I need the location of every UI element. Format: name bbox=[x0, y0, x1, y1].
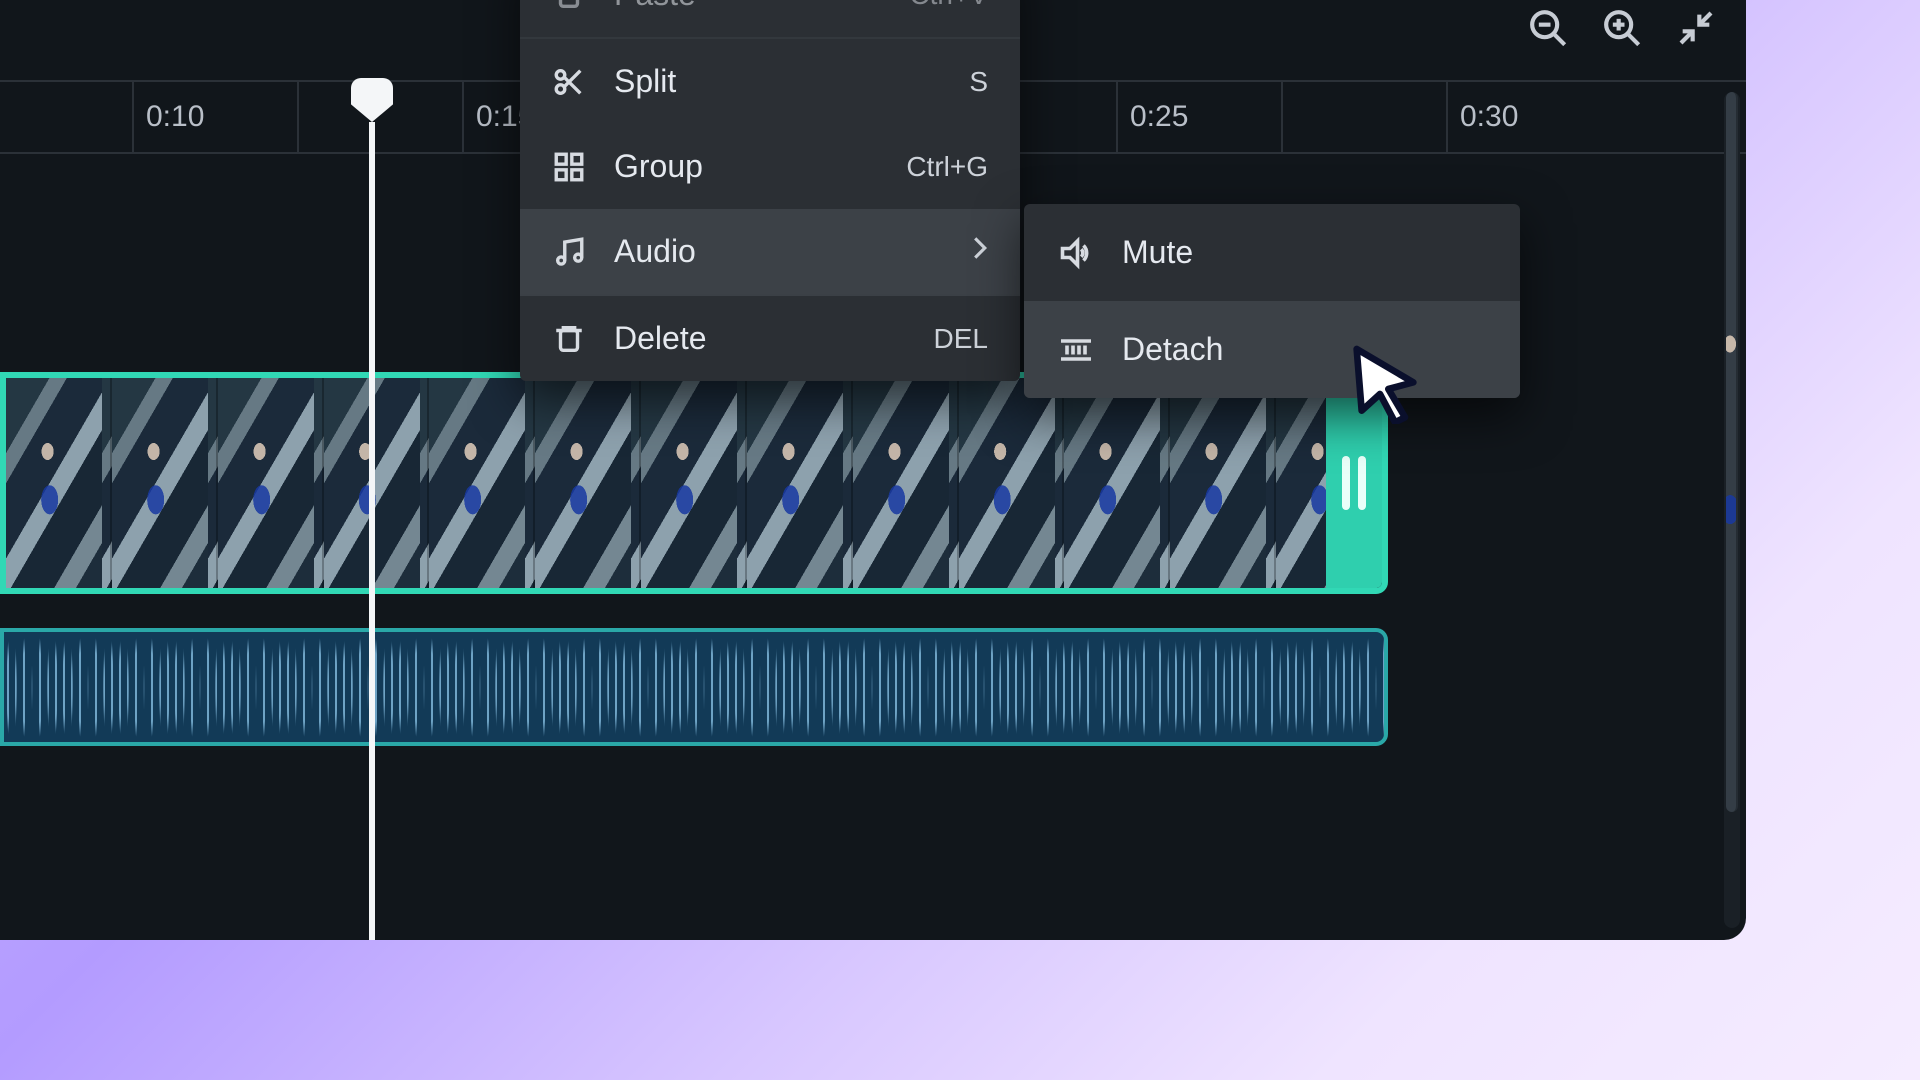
menu-item-paste[interactable]: Paste Ctrl+V bbox=[520, 0, 1020, 39]
menu-label: Audio bbox=[614, 233, 696, 270]
timeline-editor: 0:10 0:15 0:25 0:30 Paste Ctrl+V bbox=[0, 0, 1746, 940]
collapse-icon[interactable] bbox=[1676, 8, 1716, 48]
ruler-tick bbox=[1281, 82, 1295, 152]
zoom-toolbar bbox=[1528, 8, 1716, 48]
clip-thumbnails bbox=[6, 378, 1382, 588]
timeline-scrollbar[interactable] bbox=[1724, 92, 1740, 928]
audio-clip[interactable] bbox=[0, 628, 1388, 746]
ruler-tick: 0:25 bbox=[1116, 82, 1188, 152]
scissors-icon bbox=[552, 65, 586, 99]
menu-label: Group bbox=[614, 148, 703, 185]
chevron-right-icon bbox=[972, 236, 988, 267]
zoom-in-icon[interactable] bbox=[1602, 8, 1642, 48]
submenu-label: Mute bbox=[1122, 234, 1193, 271]
menu-item-audio[interactable]: Audio bbox=[520, 209, 1020, 296]
menu-item-group[interactable]: Group Ctrl+G bbox=[520, 124, 1020, 209]
clip-trim-handle[interactable] bbox=[1326, 378, 1382, 588]
ruler-tick: 0:30 bbox=[1446, 82, 1518, 152]
menu-shortcut: Ctrl+V bbox=[909, 0, 988, 11]
ruler-tick: 0:10 bbox=[132, 82, 204, 152]
menu-label: Paste bbox=[614, 0, 696, 13]
menu-label: Delete bbox=[614, 320, 707, 357]
submenu-item-mute[interactable]: Mute bbox=[1024, 204, 1520, 301]
submenu-item-detach[interactable]: Detach bbox=[1024, 301, 1520, 398]
detach-icon bbox=[1058, 332, 1094, 368]
music-icon bbox=[552, 235, 586, 269]
video-clip[interactable] bbox=[0, 372, 1388, 594]
context-menu: Paste Ctrl+V Split S Group Ctrl+G Audio bbox=[520, 0, 1020, 381]
menu-shortcut: DEL bbox=[934, 323, 988, 355]
ruler-tick bbox=[297, 82, 311, 152]
speaker-icon bbox=[1058, 235, 1094, 271]
menu-shortcut: S bbox=[969, 66, 988, 98]
submenu-label: Detach bbox=[1122, 331, 1223, 368]
menu-item-delete[interactable]: Delete DEL bbox=[520, 296, 1020, 381]
menu-shortcut: Ctrl+G bbox=[906, 151, 988, 183]
paste-icon bbox=[552, 0, 586, 12]
audio-submenu: Mute Detach bbox=[1024, 204, 1520, 398]
zoom-out-icon[interactable] bbox=[1528, 8, 1568, 48]
menu-item-split[interactable]: Split S bbox=[520, 39, 1020, 124]
menu-label: Split bbox=[614, 63, 676, 100]
group-icon bbox=[552, 150, 586, 184]
waveform bbox=[4, 632, 1384, 742]
scrollbar-thumb[interactable] bbox=[1726, 92, 1738, 812]
trash-icon bbox=[552, 322, 586, 356]
